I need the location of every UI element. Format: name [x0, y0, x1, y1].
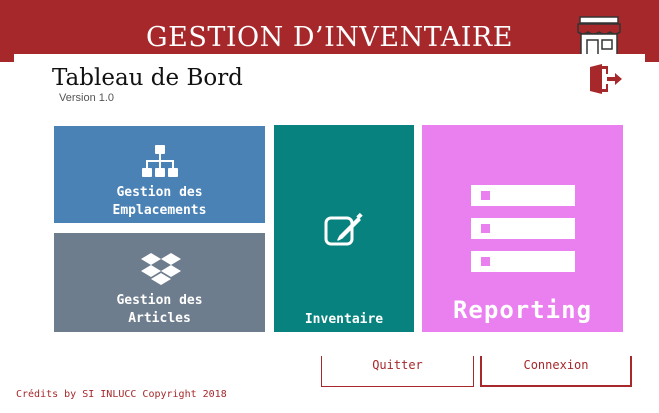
sitemap-icon [142, 145, 178, 177]
page-title: Tableau de Bord [52, 65, 243, 91]
tile-label-line2: Articles [128, 311, 191, 326]
edit-icon [324, 212, 363, 246]
version-label: Version 1.0 [59, 92, 115, 104]
tile-label: Reporting [452, 296, 593, 324]
app-title: GESTION D’INVENTAIRE [146, 22, 513, 53]
tile-gestion-emplacements[interactable]: Gestion des Emplacements [54, 126, 265, 223]
tile-inventaire[interactable]: Inventaire [274, 125, 414, 332]
list-icon [471, 185, 575, 272]
tile-label-line1: Gestion des [116, 185, 203, 200]
quit-button[interactable]: Quitter [321, 356, 474, 387]
tile-label-line2: Emplacements [112, 203, 207, 218]
tile-reporting[interactable]: Reporting [422, 125, 623, 332]
tile-gestion-articles[interactable]: Gestion des Articles [54, 233, 265, 332]
tile-label: Inventaire [304, 312, 384, 327]
exit-door-icon[interactable] [588, 64, 624, 94]
credits-text: Crédits by SI INLUCC Copyright 2018 [16, 389, 227, 400]
connect-button[interactable]: Connexion [480, 356, 632, 387]
dropbox-icon [141, 253, 181, 285]
tile-label-line1: Gestion des [116, 293, 203, 308]
